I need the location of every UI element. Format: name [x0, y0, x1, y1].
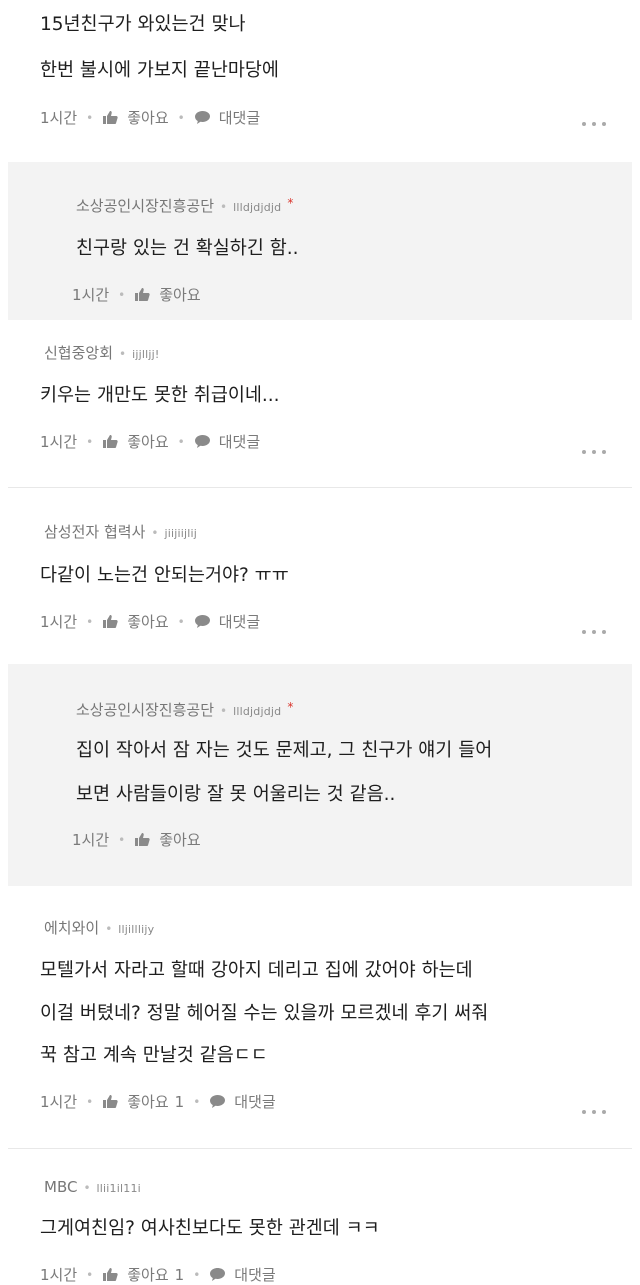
like-label: 좋아요: [159, 286, 201, 304]
reply-label: 대댓글: [234, 1093, 276, 1111]
reply-button[interactable]: 대댓글: [194, 431, 260, 452]
like-button[interactable]: 좋아요: [134, 829, 201, 850]
speech-bubble-icon: [194, 615, 210, 628]
author-badge: *: [287, 700, 294, 714]
like-count: 1: [174, 1265, 185, 1284]
comment-actions: 1시간 • 좋아요 • 대댓글: [40, 611, 261, 632]
comment-meta: 소상공인시장진흥공단 • llldjdjdjd *: [76, 700, 294, 719]
comment-text-line: 보면 사람들이랑 잘 못 어울리는 것 같음..: [76, 784, 396, 805]
like-label: 좋아요: [127, 613, 169, 631]
like-count: 1: [174, 1092, 185, 1111]
like-button[interactable]: 좋아요: [102, 611, 169, 632]
comment-meta: 에치와이 • lljilllijy: [44, 919, 155, 937]
like-label: 좋아요: [127, 1093, 169, 1111]
author-org: MBC: [44, 1178, 78, 1196]
speech-bubble-icon: [194, 435, 210, 448]
reply-label: 대댓글: [218, 613, 261, 631]
thumbs-up-icon: [103, 111, 118, 124]
reply-label: 대댓글: [234, 1266, 276, 1284]
reply-label: 대댓글: [218, 433, 261, 451]
comment-text-line: 한번 불시에 가보지 끝난마당에: [40, 60, 279, 81]
comment-text-line: 15년친구가 와있는건 맞나: [40, 14, 246, 35]
more-dots-icon[interactable]: [582, 449, 606, 455]
comment-meta: MBC • llii1il11i: [44, 1178, 141, 1196]
speech-bubble-icon: [210, 1095, 226, 1108]
comment-text-line: 집이 작아서 잠 자는 것도 문제고, 그 친구가 얘기 들어: [76, 740, 493, 761]
author-org: 소상공인시장진흥공단: [76, 701, 215, 719]
comment-text-line: 다같이 노는건 안되는거야? ㅠㅠ: [40, 565, 289, 586]
thumbs-up-icon: [103, 615, 118, 628]
like-label: 좋아요: [127, 433, 169, 451]
more-dots-icon[interactable]: [582, 629, 606, 635]
thumbs-up-icon: [135, 288, 150, 301]
reply-button[interactable]: 대댓글: [194, 611, 260, 632]
author-id: llii1il11i: [96, 1182, 141, 1195]
comment-text-line: 키우는 개만도 못한 취급이네...: [40, 385, 280, 406]
like-label: 좋아요: [127, 1266, 169, 1284]
author-id: jiijiijlij: [164, 527, 198, 540]
thumbs-up-icon: [103, 1095, 118, 1108]
speech-bubble-icon: [194, 111, 210, 124]
like-button[interactable]: 좋아요: [134, 284, 201, 305]
more-dots-icon[interactable]: [582, 1109, 606, 1115]
author-id: lljilllijy: [118, 923, 155, 936]
author-id: llldjdjdjd: [233, 201, 282, 214]
comment-meta: 소상공인시장진흥공단 • llldjdjdjd *: [76, 196, 294, 215]
author-org: 에치와이: [44, 919, 100, 937]
like-button[interactable]: 좋아요: [102, 431, 169, 452]
like-button[interactable]: 좋아요 1: [102, 1264, 184, 1285]
timestamp: 1시간: [40, 1266, 78, 1284]
thumbs-up-icon: [135, 833, 150, 846]
comment-meta: 삼성전자 협력사 • jiijiijlij: [44, 523, 198, 541]
timestamp: 1시간: [40, 613, 78, 631]
timestamp: 1시간: [40, 109, 78, 127]
author-org: 소상공인시장진흥공단: [76, 197, 215, 215]
comment-actions: 1시간 • 좋아요: [72, 284, 201, 305]
like-button[interactable]: 좋아요: [102, 107, 169, 128]
comment-text-line: 모텔가서 자라고 할때 강아지 데리고 집에 갔어야 하는데: [40, 960, 473, 981]
author-id: ijjlljj!: [132, 348, 160, 361]
comment-actions: 1시간 • 좋아요 • 대댓글: [40, 431, 261, 452]
reply-button[interactable]: 대댓글: [209, 1091, 276, 1112]
like-label: 좋아요: [127, 109, 169, 127]
author-id: llldjdjdjd: [233, 705, 282, 718]
author-org: 삼성전자 협력사: [44, 523, 146, 541]
author-badge: *: [287, 196, 294, 210]
like-button[interactable]: 좋아요 1: [102, 1091, 184, 1112]
comment-text-line: 이걸 버텼네? 정말 헤어질 수는 있을까 모르겠네 후기 써줘: [40, 1003, 489, 1024]
reply-button[interactable]: 대댓글: [209, 1264, 276, 1285]
comment-text-line: 그게여친임? 여사친보다도 못한 관겐데 ㅋㅋ: [40, 1218, 380, 1239]
comment-meta: 신협중앙회 • ijjlljj!: [44, 344, 160, 362]
comment-actions: 1시간 • 좋아요 1 • 대댓글: [40, 1091, 276, 1112]
reply-background: [8, 664, 632, 886]
timestamp: 1시간: [72, 831, 110, 849]
reply-label: 대댓글: [218, 109, 261, 127]
more-dots-icon[interactable]: [582, 121, 606, 127]
timestamp: 1시간: [40, 1093, 78, 1111]
divider: [8, 487, 632, 488]
comment-actions: 1시간 • 좋아요 1 • 대댓글: [40, 1264, 276, 1285]
thumbs-up-icon: [103, 435, 118, 448]
comment-text-line: 꾹 참고 계속 만날것 같음ㄷㄷ: [40, 1045, 268, 1066]
comment-actions: 1시간 • 좋아요: [72, 829, 201, 850]
timestamp: 1시간: [40, 433, 78, 451]
comment-actions: 1시간 • 좋아요 • 대댓글: [40, 107, 261, 128]
comment-text-line: 친구랑 있는 건 확실하긴 함..: [76, 238, 299, 259]
like-label: 좋아요: [159, 831, 201, 849]
timestamp: 1시간: [72, 286, 110, 304]
author-org: 신협중앙회: [44, 344, 114, 362]
reply-button[interactable]: 대댓글: [194, 107, 260, 128]
divider: [8, 1148, 632, 1149]
